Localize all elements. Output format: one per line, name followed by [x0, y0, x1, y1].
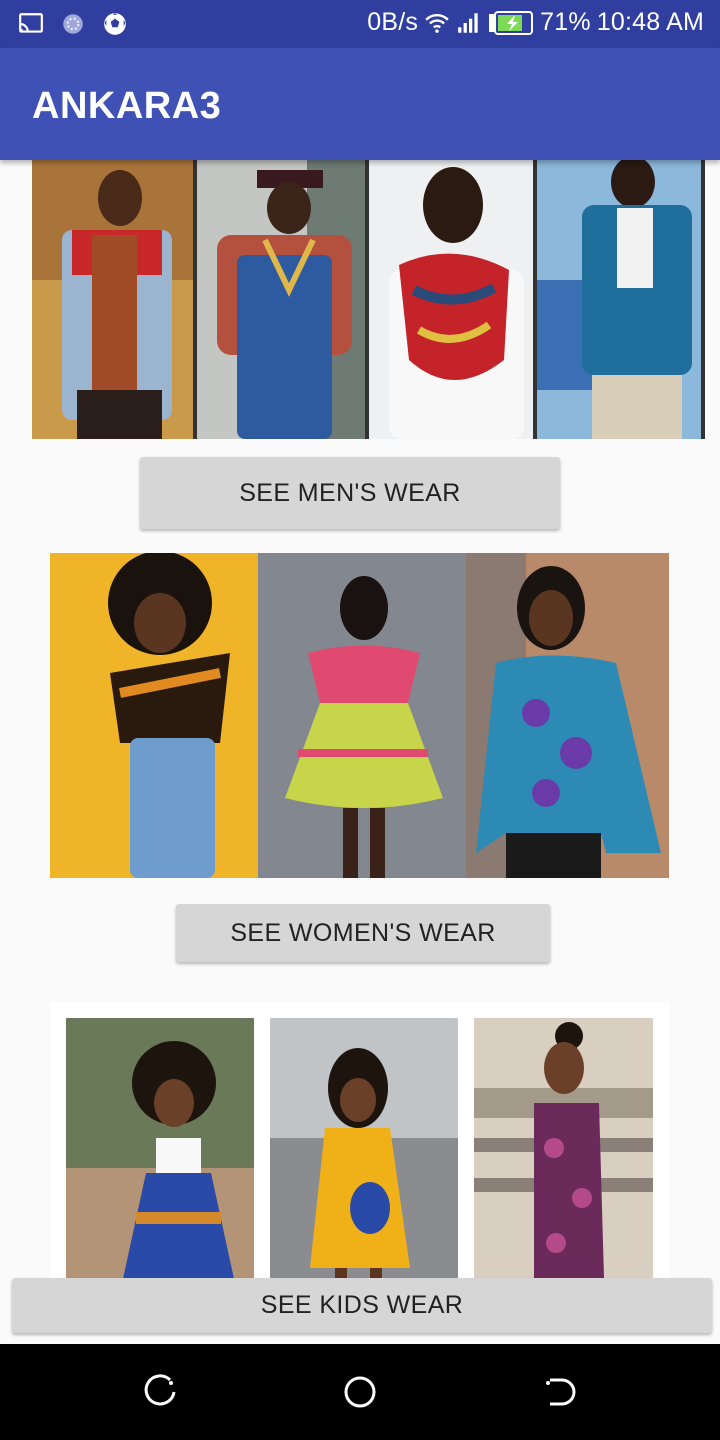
womens-photo-3	[466, 553, 669, 878]
wifi-icon	[425, 13, 449, 33]
sync-icon	[63, 14, 83, 34]
app-title: ANKARA3	[32, 85, 222, 127]
kids-photo-1	[66, 1018, 254, 1302]
womens-photo-1	[50, 553, 258, 878]
clock: 10:48 AM	[596, 8, 704, 36]
navigation-bar	[0, 1344, 720, 1440]
cast-icon	[19, 13, 43, 33]
mens-photo-2	[197, 160, 365, 439]
womens-wear-image	[50, 553, 669, 878]
mens-photo-3	[369, 160, 533, 439]
status-right: 0B/s 71% 10:48 AM	[367, 8, 704, 37]
see-mens-wear-button[interactable]: SEE MEN'S WEAR	[140, 457, 560, 529]
main-content[interactable]: SEE MEN'S WEAR SEE WOMEN'S WEAR SEE KIDS…	[0, 160, 720, 1344]
network-speed: 0B/s	[367, 8, 419, 36]
back-icon[interactable]	[540, 1372, 580, 1412]
soccer-ball-icon	[104, 13, 126, 35]
battery-percent: 71%	[540, 8, 591, 36]
see-kids-wear-button[interactable]: SEE KIDS WEAR	[12, 1278, 712, 1333]
see-womens-wear-button[interactable]: SEE WOMEN'S WEAR	[176, 904, 550, 962]
status-bar: 0B/s 71% 10:48 AM	[0, 0, 720, 48]
mens-wear-image	[32, 160, 705, 439]
signal-icon	[458, 12, 478, 33]
app-bar: ANKARA3	[0, 48, 720, 160]
battery-charging-icon	[489, 10, 534, 35]
mens-photo-4	[537, 160, 701, 439]
kids-wear-image	[50, 1002, 669, 1302]
home-icon[interactable]	[340, 1372, 380, 1412]
status-left-icons	[18, 11, 128, 37]
kids-photo-3	[474, 1018, 653, 1302]
kids-photo-2	[270, 1018, 458, 1302]
recents-icon[interactable]	[140, 1372, 180, 1412]
mens-photo-1	[32, 160, 193, 439]
womens-photo-2	[258, 553, 466, 878]
